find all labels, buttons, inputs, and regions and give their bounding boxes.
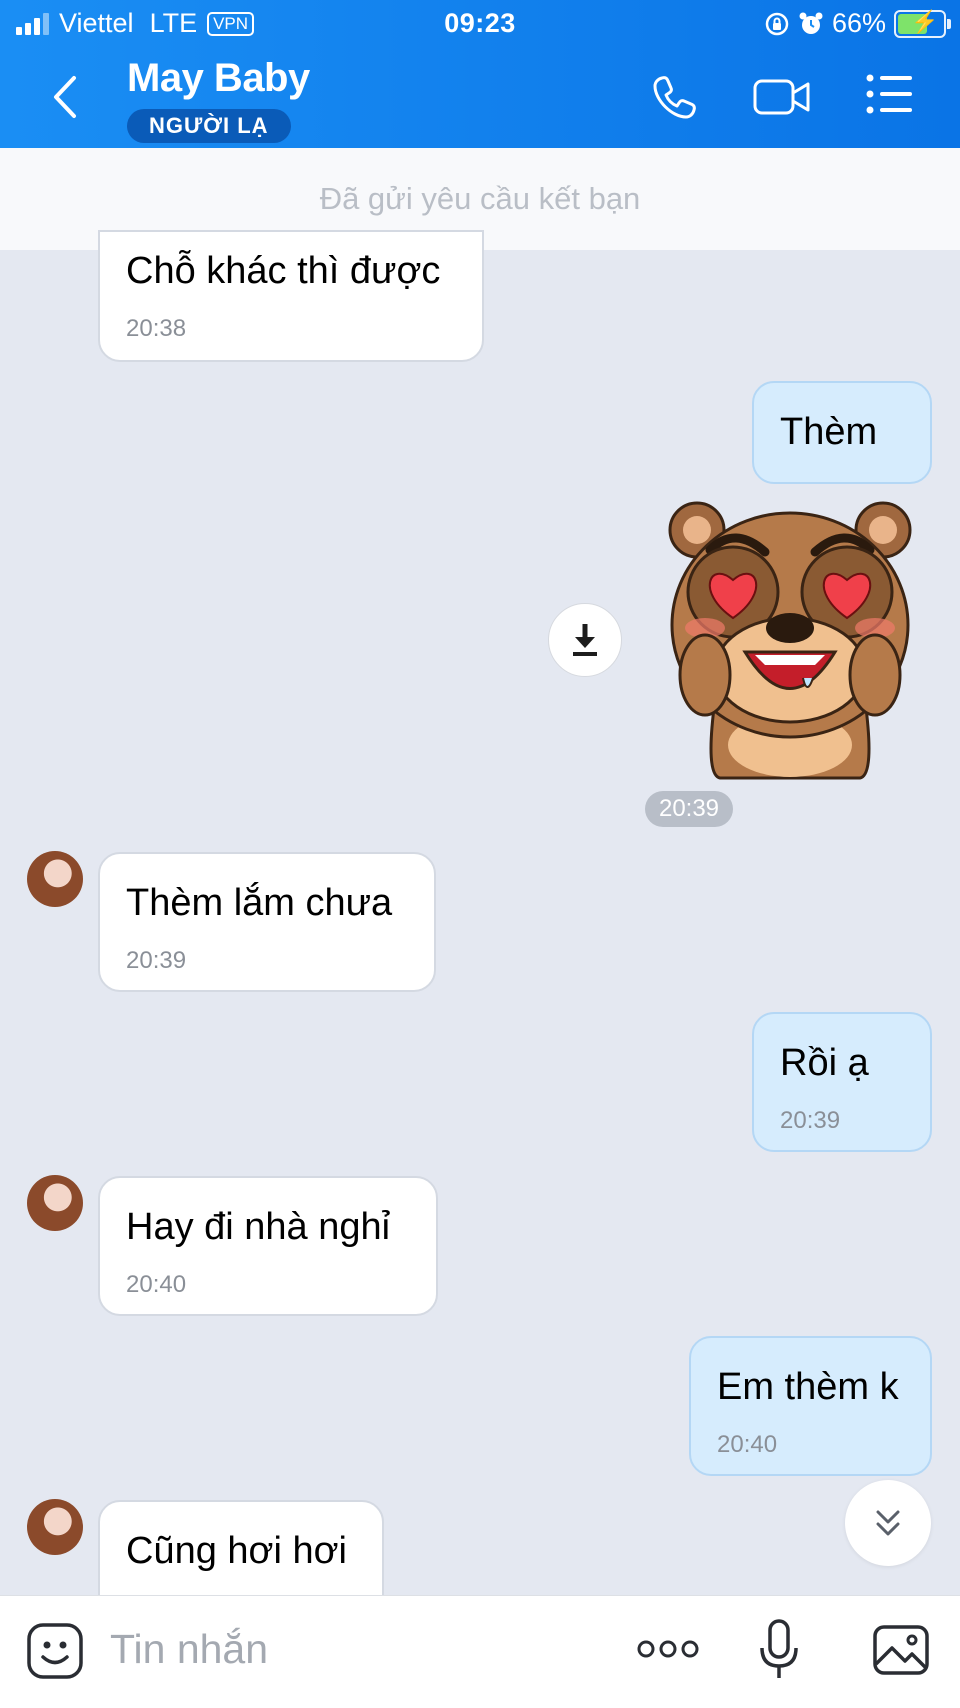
message-bubble-outgoing[interactable]: Thèm	[752, 381, 932, 484]
message-time: 20:39	[126, 947, 187, 974]
microphone-icon[interactable]	[758, 1618, 800, 1682]
message-bubble-incoming[interactable]: Chỗ khác thì được 20:38	[98, 230, 484, 362]
sticker-emoji-icon[interactable]	[26, 1622, 84, 1680]
stranger-badge: NGƯỜI LẠ	[127, 109, 291, 143]
avatar[interactable]	[27, 851, 83, 907]
image-gallery-icon[interactable]	[872, 1624, 930, 1676]
message-bubble-outgoing[interactable]: Em thèm k 20:40	[689, 1336, 932, 1476]
message-input[interactable]: Tin nhắn	[110, 1626, 268, 1673]
message-text: Chỗ khác thì được	[126, 250, 441, 292]
status-bar: Viettel LTE VPN 09:23 66% ⚡	[0, 0, 960, 50]
avatar[interactable]	[27, 1499, 83, 1555]
message-text: Thèm lắm chưa	[126, 882, 393, 924]
alarm-icon	[799, 12, 823, 34]
message-time: 20:40	[717, 1431, 778, 1458]
download-button[interactable]	[548, 603, 622, 677]
time-stamp: 20:39	[645, 791, 733, 827]
avatar[interactable]	[27, 1175, 83, 1231]
battery-percent: 66%	[831, 8, 886, 38]
message-bubble-incoming[interactable]: Thèm lắm chưa 20:39	[98, 852, 436, 992]
download-icon	[573, 624, 597, 656]
contact-name[interactable]: May Baby	[127, 56, 310, 101]
message-time: 20:40	[126, 1271, 187, 1298]
bear-heart-eyes-sticker[interactable]	[665, 500, 915, 780]
back-icon[interactable]	[46, 72, 82, 122]
message-bubble-incoming[interactable]: Cũng hơi hơi	[98, 1500, 384, 1610]
message-text: Thèm	[780, 411, 878, 453]
message-time: 20:38	[126, 315, 187, 342]
rotation-lock-icon	[765, 12, 789, 35]
message-bubble-outgoing[interactable]: Rồi ạ 20:39	[752, 1012, 932, 1152]
message-time: 20:39	[780, 1107, 841, 1134]
chevron-double-down-icon	[876, 1510, 900, 1536]
menu-icon[interactable]	[866, 72, 914, 116]
scroll-to-bottom-button[interactable]	[845, 1480, 931, 1566]
battery-icon: ⚡	[894, 9, 951, 38]
message-bubble-incoming[interactable]: Hay đi nhà nghỉ 20:40	[98, 1176, 438, 1316]
composer-bar: Tin nhắn	[0, 1595, 960, 1708]
message-text: Cũng hơi hơi	[126, 1530, 347, 1572]
message-text: Rồi ạ	[780, 1042, 869, 1084]
message-text: Em thèm k	[717, 1366, 899, 1408]
phone-call-icon[interactable]	[650, 72, 700, 122]
message-text: Hay đi nhà nghỉ	[126, 1206, 391, 1248]
more-options-icon[interactable]	[637, 1636, 699, 1662]
chat-header: Viettel LTE VPN 09:23 66% ⚡ May Baby NGƯ…	[0, 0, 960, 148]
video-call-icon[interactable]	[752, 72, 812, 122]
